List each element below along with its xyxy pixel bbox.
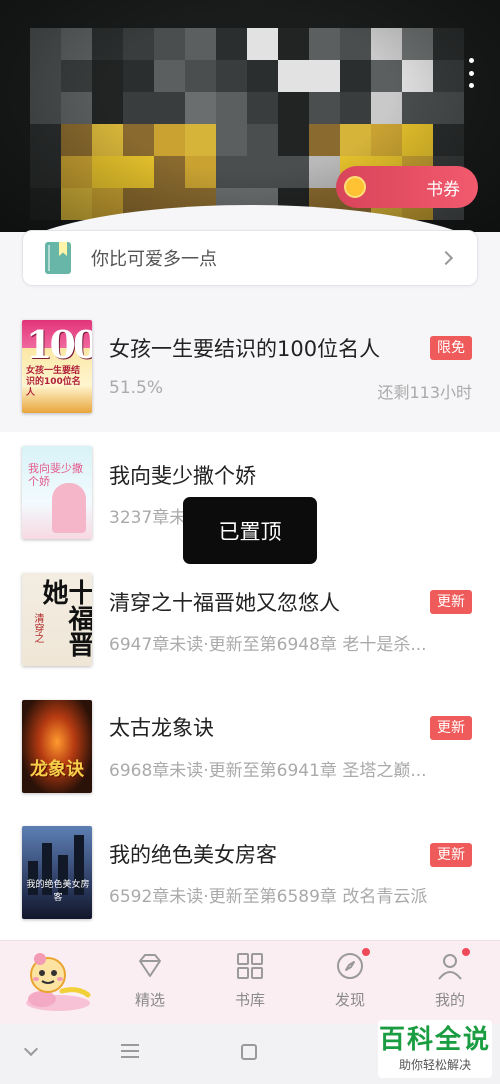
cover-text: 龙象诀 <box>30 759 84 780</box>
compass-icon <box>335 947 371 981</box>
nav-label: 书库 <box>234 991 265 1009</box>
book-status: 6968章未读·更新至第6941章 圣塔之巅... <box>109 761 427 781</box>
book-item[interactable]: 我的绝色美女房客 我的绝色美女房客 6592章未读·更新至第6589章 改名青云… <box>0 811 500 938</box>
book-cover: 龙象诀 <box>22 700 92 793</box>
time-remaining: 还剩113小时 <box>377 383 472 402</box>
book-icon <box>45 242 71 274</box>
cover-text: 女孩一生要结识的100位名人 <box>26 366 81 398</box>
nav-label: 精选 <box>134 991 165 1009</box>
cover-subtext: 清穿之 <box>32 613 43 643</box>
nav-label: 我的 <box>434 991 465 1009</box>
nav-item-discover[interactable]: 发现 <box>300 941 400 1025</box>
book-item[interactable]: 100 女孩一生要结识的100位名人 女孩一生要结识的100位名人 51.5% … <box>0 303 500 430</box>
watermark-title: 百科全说 <box>378 1024 491 1055</box>
profile-icon <box>435 947 471 981</box>
cover-text: 十福晋她 <box>38 579 92 657</box>
reminder-card[interactable]: 你比可爱多一点 <box>22 230 478 286</box>
coin-icon <box>344 176 366 198</box>
nav-item-featured[interactable]: 精选 <box>100 941 200 1025</box>
update-badge: 更新 <box>430 716 472 740</box>
header-banner: 书券 <box>0 0 500 232</box>
free-badge: 限免 <box>430 336 472 360</box>
book-title: 太古龙象诀 <box>109 716 214 740</box>
menu-icon[interactable] <box>121 1044 139 1058</box>
book-cover: 十福晋她 清穿之 <box>22 573 92 666</box>
book-cover: 我的绝色美女房客 <box>22 826 92 919</box>
update-badge: 更新 <box>430 843 472 867</box>
book-cover: 我向斐少撒个娇 <box>22 446 92 539</box>
book-item[interactable]: 十福晋她 清穿之 清穿之十福晋她又忽悠人 6947章未读·更新至第6948章 老… <box>0 557 500 684</box>
book-status: 6592章未读·更新至第6589章 改名青云派 <box>109 887 428 907</box>
cover-figure <box>52 483 86 533</box>
coupon-button[interactable]: 书券 <box>336 166 478 208</box>
more-vertical-icon[interactable] <box>468 58 474 88</box>
update-badge: 更新 <box>430 590 472 614</box>
pinned-toast: 已置顶 <box>183 497 317 564</box>
watermark-subtitle: 助你轻松解决 <box>398 1057 471 1072</box>
diamond-icon <box>135 951 165 981</box>
book-title: 女孩一生要结识的100位名人 <box>109 337 381 361</box>
coupon-label: 书券 <box>426 179 460 200</box>
book-cover: 100 女孩一生要结识的100位名人 <box>22 320 92 413</box>
book-item[interactable]: 龙象诀 太古龙象诀 6968章未读·更新至第6941章 圣塔之巅... 更新 <box>0 684 500 811</box>
nav-item-profile[interactable]: 我的 <box>400 941 500 1025</box>
chevron-down-icon[interactable] <box>23 1041 39 1057</box>
book-status: 6947章未读·更新至第6948章 老十是杀... <box>109 635 427 655</box>
cover-text-big: 100 <box>26 322 92 367</box>
watermark-logo: 百科全说 助你轻松解决 <box>378 1020 492 1078</box>
cover-text: 我的绝色美女房客 <box>26 880 90 903</box>
book-title: 我向斐少撒个娇 <box>109 464 256 488</box>
book-title: 清穿之十福晋她又忽悠人 <box>109 591 340 615</box>
notification-dot <box>361 947 371 957</box>
notification-dot <box>461 947 471 957</box>
reminder-text: 你比可爱多一点 <box>91 249 217 270</box>
grid-icon <box>235 951 265 981</box>
mascot-icon[interactable] <box>18 947 94 1015</box>
chevron-right-icon <box>438 250 454 266</box>
home-icon[interactable] <box>241 1044 257 1060</box>
nav-item-library[interactable]: 书库 <box>200 941 300 1025</box>
bottom-navigation: 精选 书库 发现 我的 <box>0 940 500 1024</box>
book-title: 我的绝色美女房客 <box>109 843 277 867</box>
nav-label: 发现 <box>334 991 365 1009</box>
